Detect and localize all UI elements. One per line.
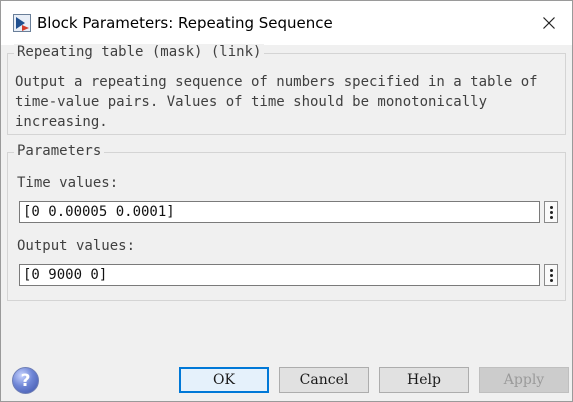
window-title: Block Parameters: Repeating Sequence — [37, 14, 333, 32]
help-button[interactable]: Help — [379, 367, 469, 393]
time-values-more-button[interactable] — [544, 201, 558, 223]
block-parameters-dialog: Block Parameters: Repeating Sequence Rep… — [0, 0, 573, 402]
apply-button[interactable]: Apply — [479, 367, 569, 393]
simulink-block-icon — [13, 14, 31, 32]
close-button[interactable] — [526, 1, 572, 45]
parameters-group: Parameters Time values: [0 0.00005 0.000… — [7, 143, 566, 301]
output-values-more-button[interactable] — [544, 264, 558, 286]
ok-button[interactable]: OK — [179, 367, 269, 393]
help-question-icon[interactable]: ? — [12, 367, 39, 394]
close-icon — [543, 14, 555, 33]
output-values-input[interactable]: [0 9000 0] — [19, 264, 540, 286]
kebab-menu-icon — [549, 268, 553, 272]
time-values-input[interactable]: [0 0.00005 0.0001] — [19, 201, 540, 223]
parameters-group-legend: Parameters — [14, 143, 105, 159]
mask-description-group: Repeating table (mask) (link) Output a r… — [7, 44, 566, 135]
mask-description: Output a repeating sequence of numbers s… — [15, 74, 538, 130]
mask-group-legend: Repeating table (mask) (link) — [14, 44, 265, 60]
cancel-button[interactable]: Cancel — [279, 367, 369, 393]
time-values-label: Time values: — [17, 175, 119, 191]
kebab-menu-icon — [549, 205, 553, 209]
output-values-label: Output values: — [17, 238, 136, 254]
title-bar[interactable]: Block Parameters: Repeating Sequence — [1, 1, 572, 45]
